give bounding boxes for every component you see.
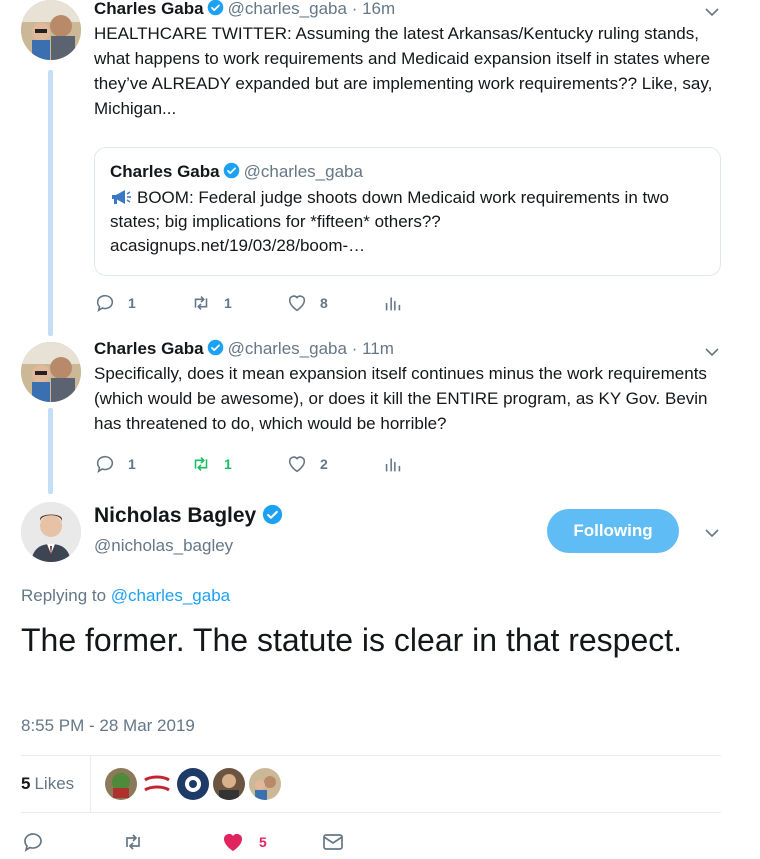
analytics-icon [382,292,404,314]
main-tweet-text: The former. The statute is clear in that… [21,622,683,658]
likers-avatars [105,768,285,800]
avatar[interactable] [21,502,81,562]
like-button[interactable]: 2 [286,453,382,475]
avatar[interactable] [21,342,81,402]
display-name[interactable]: Charles Gaba [94,339,204,358]
retweet-icon [190,453,212,475]
like-button[interactable]: 5 [221,830,321,854]
verified-badge-icon [262,504,283,525]
liker-avatar[interactable] [177,768,210,800]
like-count: 5 [259,834,267,850]
tweet-time[interactable]: · 11m [352,339,394,358]
retweet-count: 1 [224,295,232,311]
like-count: 2 [320,456,328,472]
replying-prefix: Replying to [21,586,107,605]
reply-button[interactable]: 1 [94,453,190,475]
tweet[interactable]: Charles Gaba @charles_gaba · 16m HEALTHCA… [94,0,720,121]
reply-icon [21,830,45,854]
tweet[interactable]: Charles Gaba @charles_gaba · 11m Specific… [94,339,720,436]
avatar[interactable] [21,0,81,60]
liker-avatar[interactable] [105,768,138,800]
retweet-button[interactable]: 1 [190,453,286,475]
quoted-tweet-link[interactable]: acasignups.net/19/03/28/boom-… [110,236,365,255]
following-button[interactable]: Following [547,509,679,553]
like-icon [286,453,308,475]
verified-badge-icon [207,339,224,356]
quoted-user-handle: @charles_gaba [243,162,363,181]
direct-message-button[interactable] [321,830,421,854]
reply-icon [94,453,116,475]
retweet-button[interactable] [121,830,221,854]
tweet-header: Charles Gaba @charles_gaba · 16m [94,0,720,19]
quoted-tweet-text: BOOM: Federal judge shoots down Medicaid… [110,186,705,258]
tweet-text: Specifically, does it mean expansion its… [94,364,708,433]
like-count: 8 [320,295,328,311]
likes-number: 5 [21,774,31,793]
tweet-time[interactable]: · 16m [352,0,395,18]
main-user-handle[interactable]: @nicholas_bagley [94,536,233,556]
direct-message-icon [321,830,345,854]
quoted-tweet-card[interactable]: Charles Gaba @charles_gaba BOOM: Federal … [94,147,721,276]
tweet-actions: 1 1 8 [94,291,478,315]
main-name-text: Nicholas Bagley [94,504,257,527]
tweet-actions: 1 1 2 [94,452,478,476]
quoted-tweet-body: BOOM: Federal judge shoots down Medicaid… [110,188,669,231]
like-button[interactable]: 8 [286,292,382,314]
reply-icon [94,292,116,314]
verified-badge-icon [223,162,240,179]
tweet-timestamp[interactable]: 8:55 PM - 28 Mar 2019 [21,716,195,736]
like-icon [221,830,245,854]
tweet-header: Charles Gaba @charles_gaba · 11m [94,339,720,359]
liker-avatar[interactable] [141,768,174,800]
quoted-display-name: Charles Gaba [110,162,220,181]
main-tweet-actions: 5 [21,828,421,856]
quoted-tweet-header: Charles Gaba @charles_gaba [110,162,705,182]
likes-row: 5 Likes [21,756,721,812]
reply-count: 1 [128,456,136,472]
replying-to: Replying to @charles_gaba [21,586,230,606]
thread-connector-line [48,408,53,494]
likes-count-link[interactable]: 5 Likes [21,756,92,812]
thread-connector-line [48,70,53,336]
retweet-icon [121,830,145,854]
verified-badge-icon [207,0,224,16]
main-display-name[interactable]: Nicholas Bagley [94,504,287,528]
display-name[interactable]: Charles Gaba [94,0,204,18]
reply-button[interactable] [21,830,121,854]
liker-avatar[interactable] [249,768,282,800]
divider [21,812,721,813]
reply-count: 1 [128,295,136,311]
retweet-button[interactable]: 1 [190,292,286,314]
retweet-icon [190,292,212,314]
analytics-button[interactable] [382,453,478,475]
chevron-down-icon[interactable] [704,4,720,20]
liker-avatar[interactable] [213,768,246,800]
chevron-down-icon[interactable] [704,344,720,360]
analytics-icon [382,453,404,475]
tweet-text: HEALTHCARE TWITTER: Assuming the latest … [94,24,713,118]
megaphone-icon [110,188,132,204]
likes-word: Likes [34,774,75,793]
user-handle[interactable]: @charles_gaba [228,339,347,358]
user-handle[interactable]: @charles_gaba [228,0,347,18]
retweet-count: 1 [224,456,232,472]
analytics-button[interactable] [382,292,478,314]
reply-button[interactable]: 1 [94,292,190,314]
chevron-down-icon[interactable] [704,525,720,541]
like-icon [286,292,308,314]
replying-to-link[interactable]: @charles_gaba [111,586,230,605]
